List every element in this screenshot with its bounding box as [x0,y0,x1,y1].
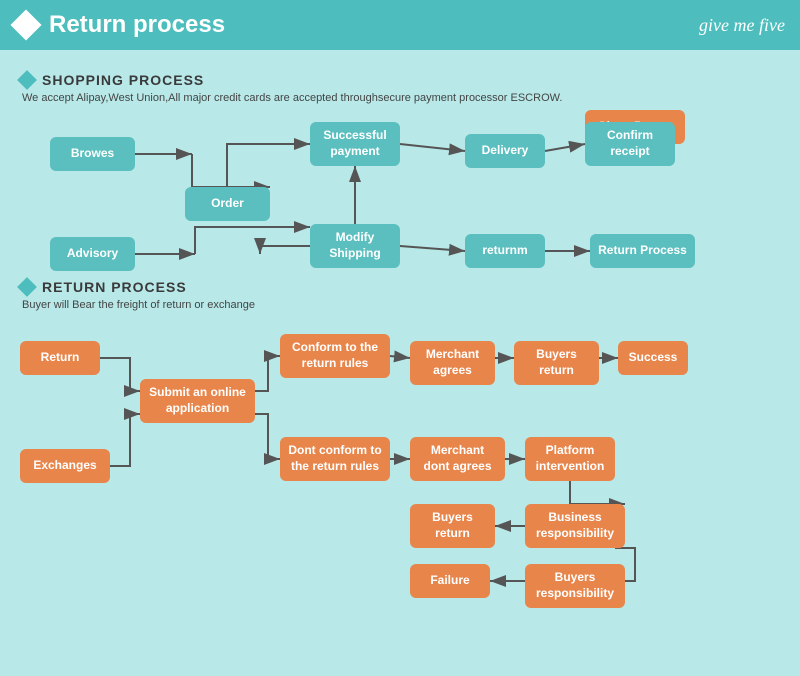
shopping-advisory-box: Advisory [50,237,135,271]
return-dontconform-box: Dont conform to the return rules [280,437,390,481]
shopping-returnm-box: returnm [465,234,545,268]
shopping-confirm-box: Confirm receipt [585,122,675,166]
return-section-header: RETURN PROCESS [20,279,780,295]
shopping-section-header: SHOPPING PROCESS [20,72,780,88]
shopping-returnp-box: Return Process [590,234,695,268]
header-diamond-icon [10,9,41,40]
header: Return process give me five [0,0,800,50]
shopping-delivery-box: Delivery [465,134,545,168]
return-flow-area: Return Submit an online application Exch… [20,319,780,589]
shopping-section-desc: We accept Alipay,West Union,All major cr… [22,92,780,104]
shopping-modify-box: Modify Shipping [310,224,400,268]
return-failure-box: Failure [410,564,490,598]
return-conform-box: Conform to the return rules [280,334,390,378]
shopping-browes-box: Browes [50,137,135,171]
return-buyers-r1-box: Buyers return [514,341,599,385]
header-title: Return process [49,11,225,39]
return-diamond-icon [17,277,37,297]
shopping-flow: Browes Order Advisory Modify Shipping Su… [20,112,780,277]
content-area: SHOPPING PROCESS We accept Alipay,West U… [0,50,800,601]
header-logo: give me five [699,15,785,36]
return-section-title: RETURN PROCESS [42,279,187,295]
shopping-order-box: Order [185,187,270,221]
return-merchant-ag-box: Merchant agrees [410,341,495,385]
shopping-section-title: SHOPPING PROCESS [42,72,204,88]
return-section-desc: Buyer will Bear the freight of return or… [22,299,780,311]
shopping-successful-box: Successful payment [310,122,400,166]
return-return-box: Return [20,341,100,375]
return-platform-box: Platform intervention [525,437,615,481]
return-success-box: Success [618,341,688,375]
shopping-diamond-icon [17,70,37,90]
return-flow: Return Submit an online application Exch… [20,319,780,589]
shopping-flow-area: Browes Order Advisory Modify Shipping Su… [20,112,780,277]
return-exchanges-box: Exchanges [20,449,110,483]
return-merchant-dont-box: Merchant dont agrees [410,437,505,481]
return-business-box: Business responsibility [525,504,625,548]
return-submit-box: Submit an online application [140,379,255,423]
return-buyers-resp-box: Buyers responsibility [525,564,625,608]
return-buyers-r2-box: Buyers return [410,504,495,548]
